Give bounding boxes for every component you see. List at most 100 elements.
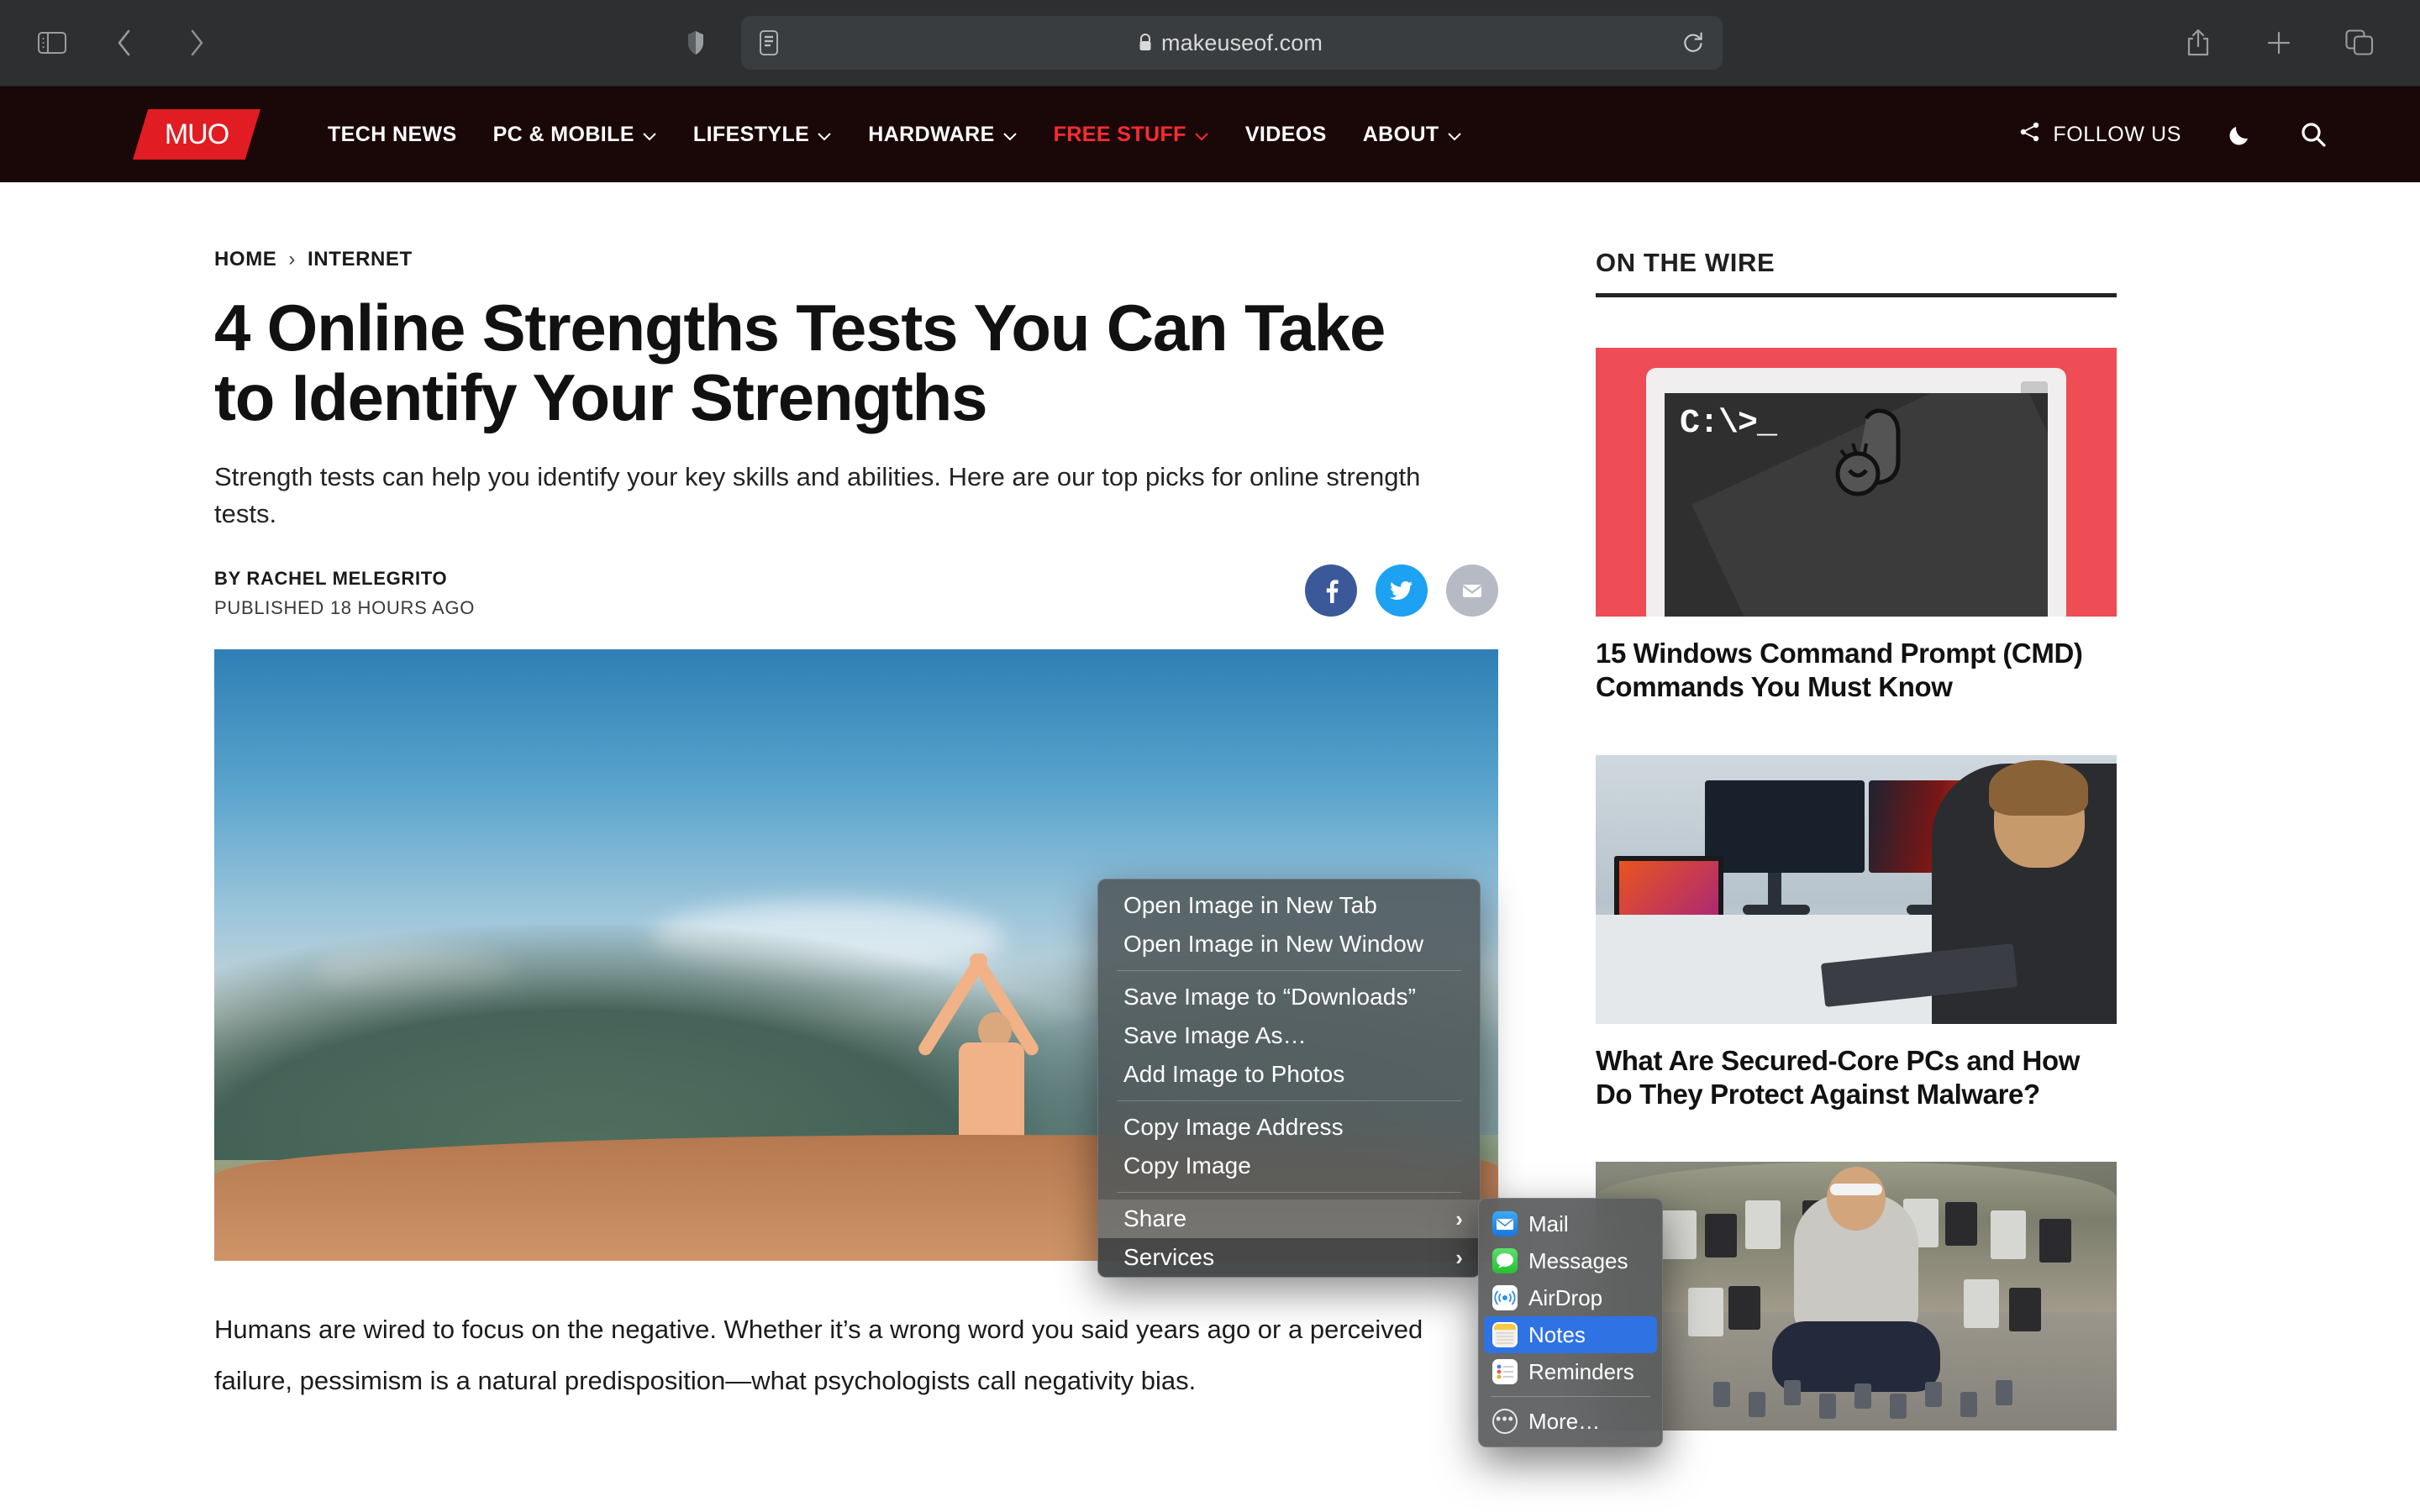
share-nodes-icon: [2019, 121, 2041, 149]
reload-icon[interactable]: [1682, 31, 1704, 55]
context-menu-item-add-image-to-photos[interactable]: Add Image to Photos: [1098, 1055, 1480, 1094]
context-menu-item-open-image-new-window[interactable]: Open Image in New Window: [1098, 925, 1480, 963]
context-menu-label: Share: [1123, 1205, 1187, 1231]
privacy-shield-icon[interactable]: [672, 19, 719, 66]
share-submenu-item-reminders[interactable]: Reminders: [1484, 1353, 1657, 1390]
follow-us-label: FOLLOW US: [2053, 122, 2181, 146]
nav-label: VIDEOS: [1244, 122, 1327, 146]
address-bar[interactable]: makeuseof.com: [741, 16, 1723, 70]
sidebar-card[interactable]: [1596, 1162, 2117, 1431]
nav-label: FREE STUFF: [1053, 122, 1186, 146]
cmd-prompt-thumbnail[interactable]: C:\>_: [1596, 348, 2117, 617]
chevron-down-icon: [642, 123, 657, 147]
sidebar-card-title[interactable]: What Are Secured-Core PCs and How Do The…: [1596, 1044, 2117, 1112]
notes-icon: [1492, 1322, 1518, 1347]
share-submenu-item-messages[interactable]: Messages: [1484, 1242, 1657, 1279]
nav-item-hardware[interactable]: HARDWARE: [868, 123, 1017, 147]
nav-item-tech-news[interactable]: TECH NEWS: [328, 123, 457, 147]
chevron-down-icon: [1194, 123, 1209, 147]
share-submenu-item-notes[interactable]: Notes: [1484, 1316, 1657, 1353]
lock-icon: [1138, 33, 1153, 53]
chevron-right-icon: ›: [1455, 1244, 1463, 1270]
url-text-group[interactable]: makeuseof.com: [778, 30, 1682, 56]
context-menu-item-share[interactable]: Share ›: [1098, 1200, 1480, 1238]
flexed-bicep-icon: [1833, 402, 1917, 528]
mail-icon: [1492, 1211, 1518, 1236]
header-right-group: FOLLOW US: [2019, 119, 2328, 150]
chevron-right-icon: ›: [1455, 1205, 1463, 1231]
context-menu-label: Open Image in New Tab: [1123, 892, 1377, 918]
breadcrumb-separator-icon: ›: [288, 248, 296, 270]
url-host: makeuseof.com: [1161, 29, 1323, 55]
share-submenu-label: Messages: [1528, 1247, 1628, 1273]
context-menu-item-save-image-to-downloads[interactable]: Save Image to “Downloads”: [1098, 978, 1480, 1016]
plus-new-tab-icon[interactable]: [2255, 19, 2302, 66]
more-ellipsis-icon: •••: [1492, 1409, 1518, 1434]
share-email-button[interactable]: [1446, 564, 1498, 617]
follow-us-button[interactable]: FOLLOW US: [2019, 121, 2181, 149]
sidebar-card-title[interactable]: 15 Windows Command Prompt (CMD) Commands…: [1596, 637, 2117, 705]
context-menu-divider: [1117, 1192, 1461, 1193]
site-header: MUO TECH NEWS PC & MOBILE LIFESTYLE HARD…: [0, 87, 2420, 182]
reader-view-icon[interactable]: [760, 30, 778, 55]
nav-item-videos[interactable]: VIDEOS: [1245, 123, 1327, 147]
sidebar-on-the-wire: ON THE WIRE C:\>_ 15 Windows Command Pro…: [1596, 248, 2117, 1512]
sidebar-toggle-icon[interactable]: [29, 19, 76, 66]
share-submenu: Mail Messages AirDrop Notes Reminders ••…: [1478, 1198, 1663, 1447]
main-nav: TECH NEWS PC & MOBILE LIFESTYLE HARDWARE…: [328, 123, 1462, 147]
share-submenu-item-airdrop[interactable]: AirDrop: [1484, 1279, 1657, 1316]
share-submenu-item-mail[interactable]: Mail: [1484, 1205, 1657, 1242]
nav-item-lifestyle[interactable]: LIFESTYLE: [693, 123, 832, 147]
search-icon[interactable]: [2299, 120, 2328, 149]
breadcrumb-home[interactable]: HOME: [214, 248, 276, 271]
breadcrumb-section[interactable]: INTERNET: [308, 248, 413, 271]
nav-item-free-stuff[interactable]: FREE STUFF: [1054, 123, 1209, 147]
toolbar-right-group: [2175, 19, 2420, 66]
secured-core-pc-thumbnail[interactable]: [1596, 754, 2117, 1024]
article-body-paragraph: Humans are wired to focus on the negativ…: [214, 1315, 1423, 1395]
context-menu-divider: [1117, 1100, 1461, 1101]
messages-icon: [1492, 1248, 1518, 1273]
context-menu-item-open-image-new-tab[interactable]: Open Image in New Tab: [1098, 886, 1480, 925]
toolbar-left-group: [0, 19, 220, 66]
nav-label: PC & MOBILE: [492, 122, 634, 146]
context-menu-item-services[interactable]: Services ›: [1098, 1238, 1480, 1277]
context-menu-label: Copy Image: [1123, 1152, 1251, 1179]
airdrop-icon: [1492, 1285, 1518, 1310]
nav-item-pc-and-mobile[interactable]: PC & MOBILE: [493, 123, 657, 147]
muo-logo[interactable]: MUO: [133, 109, 260, 160]
breadcrumb: HOME › INTERNET: [214, 248, 1498, 271]
context-menu-label: Save Image to “Downloads”: [1123, 984, 1417, 1010]
share-submenu-label: More…: [1528, 1408, 1601, 1434]
sidebar-card[interactable]: C:\>_ 15 Windows Command Prompt (CMD) Co…: [1596, 348, 2117, 705]
article-share-buttons: [1305, 564, 1498, 617]
reminders-icon: [1492, 1359, 1518, 1384]
chevron-down-icon: [817, 123, 832, 147]
share-twitter-button[interactable]: [1376, 564, 1428, 617]
author-name[interactable]: BY RACHEL MELEGRITO: [214, 568, 1305, 590]
forward-arrow-icon[interactable]: [173, 19, 220, 66]
gadgets-man-thumbnail[interactable]: [1596, 1162, 2117, 1431]
context-menu-item-save-image-as[interactable]: Save Image As…: [1098, 1016, 1480, 1055]
back-arrow-icon[interactable]: [101, 19, 148, 66]
context-menu-item-copy-image[interactable]: Copy Image: [1098, 1147, 1480, 1185]
context-menu-label: Add Image to Photos: [1123, 1061, 1345, 1087]
tab-overview-icon[interactable]: [2336, 19, 2383, 66]
context-menu-item-copy-image-address[interactable]: Copy Image Address: [1098, 1108, 1480, 1147]
share-icon[interactable]: [2175, 19, 2222, 66]
nav-label: HARDWARE: [868, 122, 995, 146]
dark-mode-moon-icon[interactable]: [2225, 119, 2255, 150]
share-submenu-label: AirDrop: [1528, 1284, 1603, 1310]
share-submenu-label: Reminders: [1528, 1358, 1634, 1384]
browser-toolbar: makeuseof.com: [0, 0, 2420, 87]
page-body: HOME › INTERNET 4 Online Strengths Tests…: [0, 182, 2420, 1512]
nav-item-about[interactable]: ABOUT: [1363, 123, 1462, 147]
share-facebook-button[interactable]: [1305, 564, 1357, 617]
context-menu-label: Save Image As…: [1123, 1022, 1307, 1048]
share-submenu-label: Notes: [1528, 1321, 1586, 1347]
share-submenu-item-more[interactable]: ••• More…: [1484, 1403, 1657, 1440]
nav-label: LIFESTYLE: [692, 122, 810, 146]
byline-row: BY RACHEL MELEGRITO PUBLISHED 18 HOURS A…: [214, 564, 1498, 619]
sidebar-card[interactable]: What Are Secured-Core PCs and How Do The…: [1596, 754, 2117, 1112]
page-title: 4 Online Strengths Tests You Can Take to…: [214, 291, 1386, 434]
